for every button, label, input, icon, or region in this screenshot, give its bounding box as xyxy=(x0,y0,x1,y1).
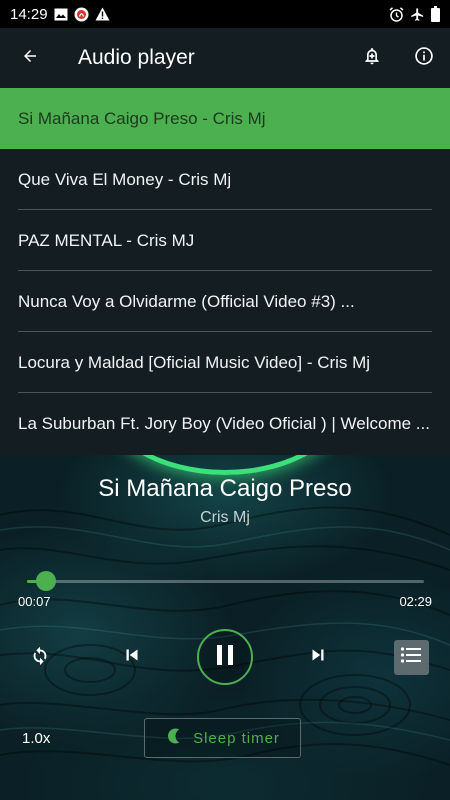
status-time: 14:29 xyxy=(10,5,48,23)
notification-button[interactable] xyxy=(346,28,398,88)
current-time: 00:07 xyxy=(18,594,51,609)
play-pause-button[interactable] xyxy=(196,627,254,687)
list-item-active-track[interactable]: Si Mañana Caigo Preso - Cris Mj xyxy=(0,88,450,149)
next-button[interactable] xyxy=(298,627,338,687)
duration: 02:29 xyxy=(399,594,432,609)
repeat-icon xyxy=(29,644,51,671)
now-playing-artist: Cris Mj xyxy=(200,509,250,526)
track-title: Nunca Voy a Olvidarme (Official Video #3… xyxy=(18,291,355,311)
seek-bar[interactable] xyxy=(27,571,424,591)
pause-icon xyxy=(214,643,236,672)
track-title: La Suburban Ft. Jory Boy (Video Oficial … xyxy=(18,413,430,433)
moon-icon xyxy=(165,727,183,749)
now-playing-title: Si Mañana Caigo Preso xyxy=(98,475,352,502)
image-icon xyxy=(54,8,68,21)
audio-player-screen: 14:29 Audio player Si Mañana Caigo Preso… xyxy=(0,0,450,800)
info-button[interactable] xyxy=(398,28,450,88)
list-item[interactable]: Nunca Voy a Olvidarme (Official Video #3… xyxy=(0,271,450,332)
list-item[interactable]: Que Viva El Money - Cris Mj xyxy=(0,149,450,210)
seek-bar-thumb[interactable] xyxy=(35,571,56,591)
skip-next-icon xyxy=(307,644,329,671)
sleep-timer-label: Sleep timer xyxy=(193,729,280,747)
back-button[interactable] xyxy=(0,28,60,88)
playback-speed-button[interactable]: 1.0x xyxy=(22,730,50,747)
list-item[interactable]: Locura y Maldad [Oficial Music Video] - … xyxy=(0,332,450,393)
playback-controls xyxy=(0,627,450,687)
back-arrow-icon xyxy=(21,47,39,70)
app-bar: Audio player xyxy=(0,28,450,88)
skip-previous-icon xyxy=(121,644,143,671)
alarm-icon xyxy=(389,6,404,22)
playlist-icon xyxy=(400,645,422,670)
sleep-timer-button[interactable]: Sleep timer xyxy=(144,718,301,758)
warning-icon xyxy=(95,7,110,21)
info-icon xyxy=(414,46,434,71)
airplane-mode-icon xyxy=(410,7,425,22)
track-title: Locura y Maldad [Oficial Music Video] - … xyxy=(18,352,371,372)
playlist-toggle-button[interactable] xyxy=(393,627,429,687)
track-title: Que Viva El Money - Cris Mj xyxy=(18,169,232,189)
track-title: PAZ MENTAL - Cris MJ xyxy=(18,230,195,250)
player-panel: Si Mañana Caigo Preso Cris Mj 00:07 02:2… xyxy=(0,455,450,800)
status-bar: 14:29 xyxy=(0,0,450,28)
battery-icon xyxy=(431,6,440,22)
repeat-button[interactable] xyxy=(20,627,60,687)
track-title: Si Mañana Caigo Preso - Cris Mj xyxy=(18,108,266,128)
list-item[interactable]: PAZ MENTAL - Cris MJ xyxy=(0,210,450,271)
list-item[interactable]: La Suburban Ft. Jory Boy (Video Oficial … xyxy=(0,393,450,454)
playlist: Si Mañana Caigo Preso - Cris Mj Que Viva… xyxy=(0,88,450,455)
notification-bell-icon xyxy=(362,45,382,72)
previous-button[interactable] xyxy=(112,627,152,687)
page-title: Audio player xyxy=(78,46,195,69)
app-notification-icon xyxy=(74,7,89,22)
